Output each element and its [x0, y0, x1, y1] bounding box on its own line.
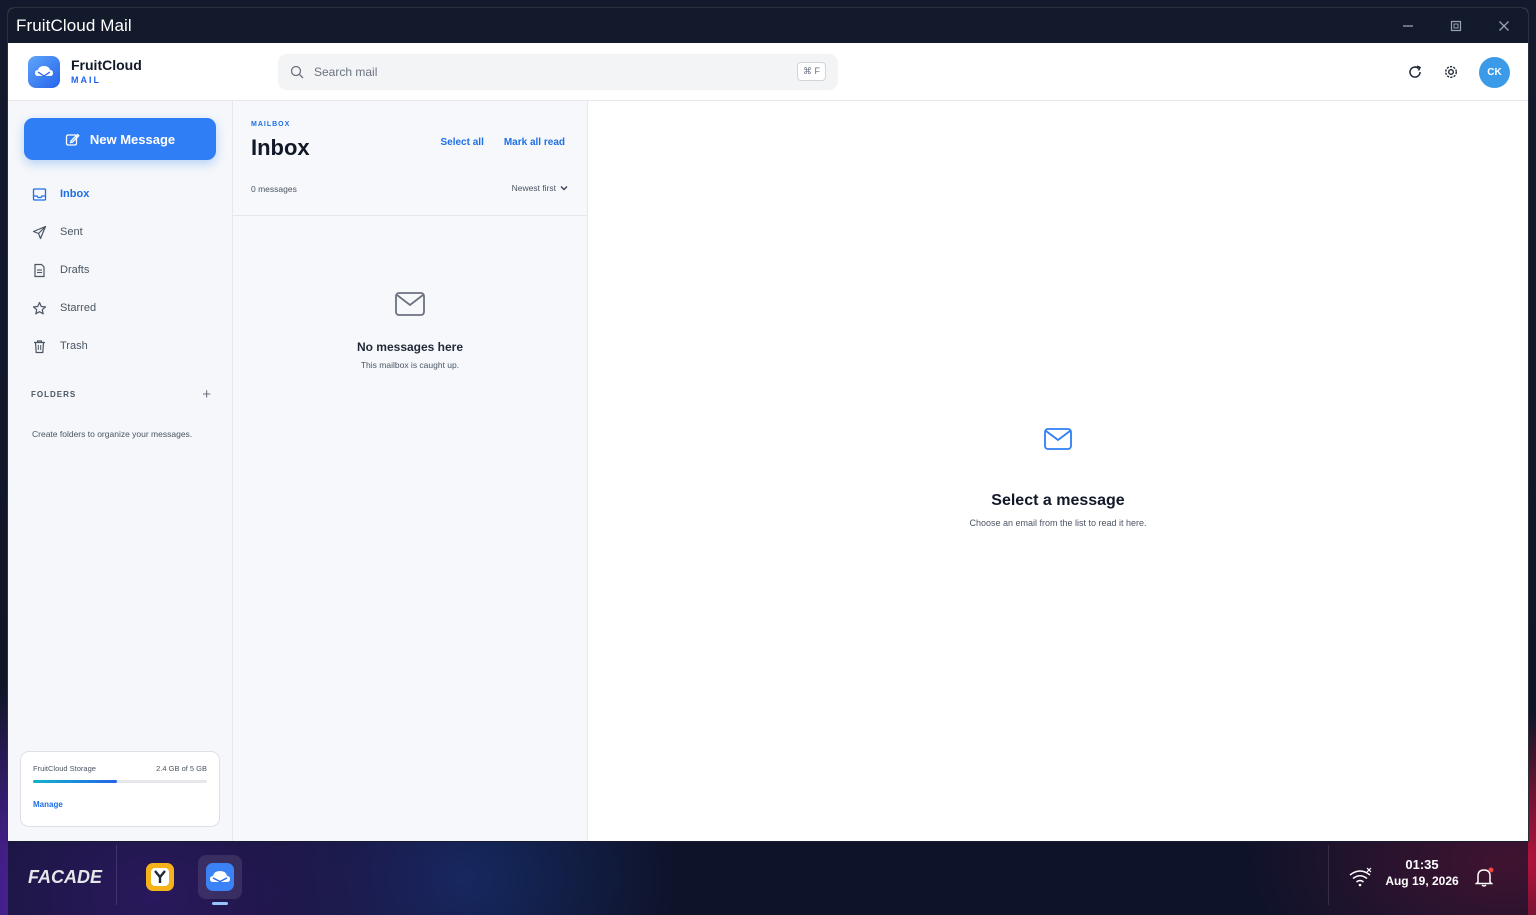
sidebar-item-sent[interactable]: Sent	[24, 213, 219, 251]
app-header: FruitCloud MAIL ⌘ F CK	[8, 43, 1528, 101]
sidebar-item-starred[interactable]: Starred	[24, 289, 219, 327]
storage-bar	[33, 780, 207, 783]
message-list-pane: MAILBOX Inbox Select all Mark all read 0…	[233, 101, 588, 841]
reader-title: Select a message	[991, 492, 1125, 509]
gear-icon	[1444, 65, 1458, 79]
clock-time: 01:35	[1405, 857, 1439, 872]
notifications-button[interactable]	[1462, 855, 1506, 899]
sidebar-item-drafts[interactable]: Drafts	[24, 251, 219, 289]
brand-name: FruitCloud	[71, 57, 142, 73]
sort-dropdown[interactable]: Newest first	[512, 183, 569, 193]
refresh-icon	[1409, 65, 1422, 78]
inbox-icon	[32, 187, 47, 201]
search-bar[interactable]: ⌘ F	[278, 54, 838, 90]
empty-list-subtitle: This mailbox is caught up.	[360, 360, 460, 370]
mailbox-title: Inbox	[251, 135, 310, 160]
user-avatar[interactable]: CK	[1479, 56, 1510, 88]
wifi-button[interactable]	[1338, 855, 1382, 899]
storage-usage: 2.4 GB of 5 GB	[156, 764, 207, 773]
launcher-label: FACADE	[28, 866, 103, 887]
mail-window: FruitCloud Mail FruitCloud MAIL Search m…	[8, 8, 1528, 841]
message-count: 0 messages	[251, 184, 297, 194]
cloud-mail-icon	[206, 863, 234, 891]
compose-icon	[65, 133, 80, 146]
manage-storage-link[interactable]: Manage	[33, 800, 207, 809]
new-message-button[interactable]: New Message	[24, 118, 216, 160]
search-shortcut: ⌘ F	[797, 62, 826, 81]
add-folder-button[interactable]: +	[202, 386, 211, 403]
mailbox-kicker: MAILBOX	[251, 121, 291, 128]
wifi-disconnected-icon	[1349, 867, 1372, 887]
taskbar-clock[interactable]: 01:35 Aug 19, 2026	[1380, 857, 1464, 888]
window-titlebar[interactable]: FruitCloud Mail	[8, 8, 1528, 43]
y-app-icon	[146, 863, 174, 891]
clock-date: Aug 19, 2026	[1385, 874, 1459, 888]
star-icon	[32, 301, 47, 314]
taskbar-app-y[interactable]	[138, 855, 182, 899]
settings-button[interactable]	[1435, 56, 1467, 88]
folders-label: FOLDERS	[31, 390, 77, 399]
cloud-mail-icon	[28, 56, 60, 88]
search-icon	[290, 65, 304, 79]
envelope-icon	[1044, 428, 1072, 450]
sidebar-item-label: Sent	[60, 226, 83, 238]
new-message-label: New Message	[89, 131, 176, 147]
reading-pane: Select a message Choose an email from th…	[588, 101, 1528, 841]
app-logo[interactable]: FruitCloud MAIL	[28, 56, 142, 88]
empty-list-state: No messages here This mailbox is caught …	[233, 291, 587, 370]
restore-icon	[1450, 20, 1462, 31]
sidebar-item-label: Inbox	[60, 188, 90, 200]
select-all-button[interactable]: Select all	[440, 137, 483, 148]
mark-all-read-button[interactable]: Mark all read	[504, 137, 565, 148]
storage-label: FruitCloud Storage	[33, 764, 96, 773]
sidebar-item-label: Drafts	[60, 264, 90, 276]
maximize-button[interactable]	[1432, 8, 1480, 43]
folders-header: FOLDERS +	[31, 386, 211, 403]
search-input[interactable]	[314, 65, 774, 79]
storage-fill	[33, 780, 117, 783]
taskbar-divider	[116, 845, 117, 905]
envelope-icon	[395, 292, 425, 316]
draft-icon	[34, 263, 45, 277]
taskbar: FACADE 01:35 Aug 19, 2026	[8, 841, 1528, 915]
sidebar-item-label: Trash	[60, 340, 88, 352]
sidebar-item-inbox[interactable]: Inbox	[24, 175, 219, 213]
close-button[interactable]	[1480, 8, 1528, 43]
chevron-down-icon	[560, 186, 568, 191]
close-icon	[1499, 20, 1509, 31]
sort-label: Newest first	[511, 183, 556, 193]
brand-sub: MAIL	[71, 75, 101, 85]
sidebar-item-trash[interactable]: Trash	[24, 327, 219, 365]
minimize-button[interactable]	[1384, 8, 1432, 43]
sidebar-item-label: Starred	[60, 302, 97, 314]
window-title: FruitCloud Mail	[16, 15, 132, 35]
send-icon	[32, 225, 47, 239]
active-app-indicator	[212, 902, 228, 905]
taskbar-app-mail[interactable]	[198, 855, 242, 905]
tray-divider	[1328, 845, 1329, 905]
sidebar: New Message Inbox Sent Drafts Starred Tr…	[8, 101, 233, 841]
storage-card: FruitCloud Storage 2.4 GB of 5 GB Manage	[20, 751, 220, 827]
reader-subtitle: Choose an email from the list to read it…	[969, 518, 1147, 528]
mailbox-nav: Inbox Sent Drafts Starred Trash	[24, 175, 219, 365]
trash-icon	[34, 339, 45, 353]
reader-empty-state: Select a message Choose an email from th…	[588, 427, 1528, 528]
folders-empty-text: Create folders to organize your messages…	[32, 429, 193, 439]
launcher-button[interactable]: FACADE	[28, 853, 103, 901]
minimize-icon	[1403, 24, 1413, 27]
bell-icon	[1474, 867, 1494, 887]
empty-list-title: No messages here	[356, 340, 464, 354]
refresh-button[interactable]	[1399, 56, 1431, 88]
list-header: MAILBOX Inbox Select all Mark all read 0…	[233, 101, 587, 216]
